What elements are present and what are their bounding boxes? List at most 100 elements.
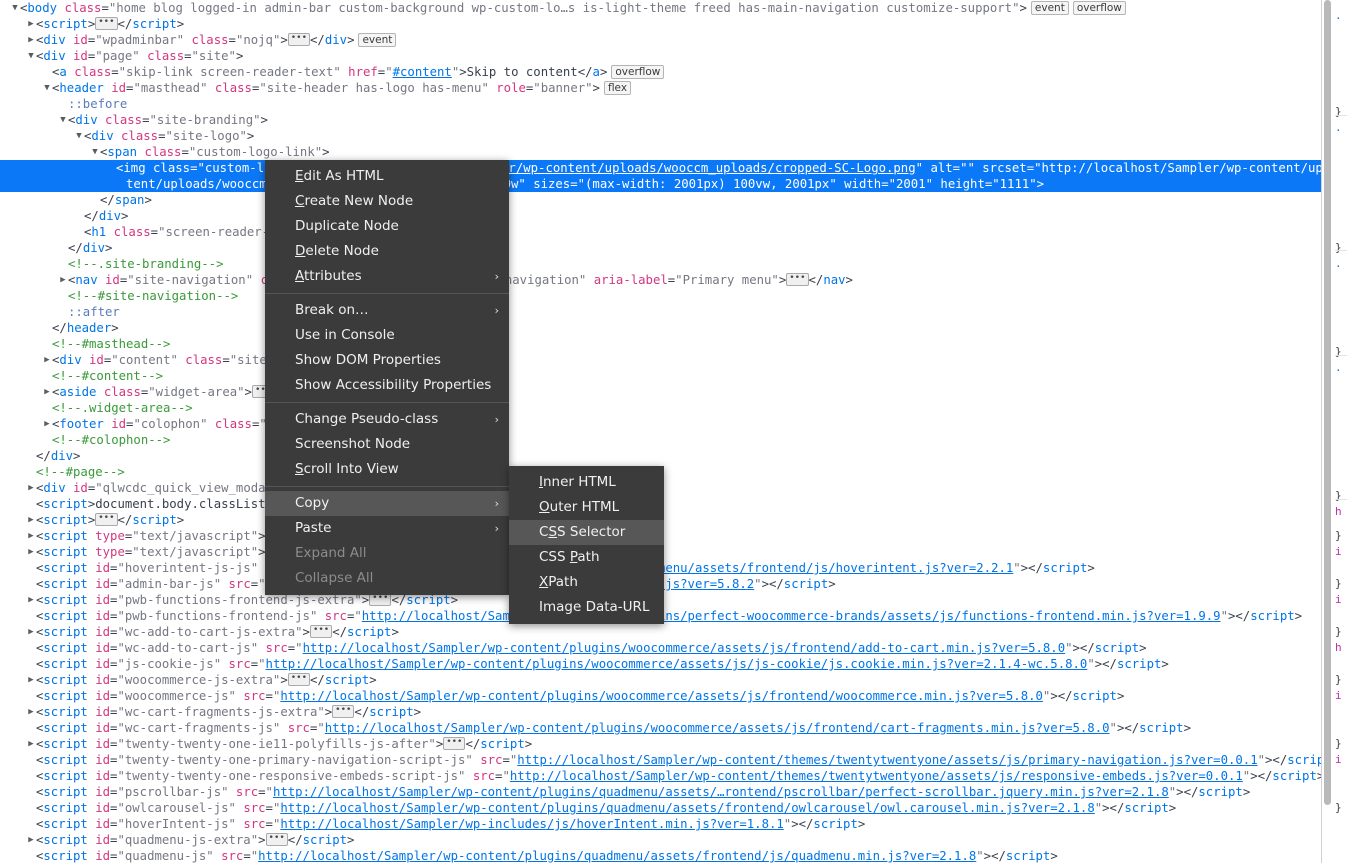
markup-node-row[interactable]: <div id="wpadminbar" class="nojq">•••</d… bbox=[0, 32, 1322, 48]
copy-submenu[interactable]: Inner HTMLOuter HTMLCSS Selector CSS Path… bbox=[509, 466, 664, 624]
expand-triangle-right-icon[interactable] bbox=[42, 352, 52, 368]
markup-node-row[interactable]: <script id="owlcarousel-js" src="http://… bbox=[0, 800, 1322, 816]
markup-node-row[interactable]: <script id="wc-cart-fragments-js" src="h… bbox=[0, 720, 1322, 736]
css-rule-divider bbox=[1335, 355, 1347, 356]
markup-node-row[interactable]: <script id="pscrollbar-js" src="http://l… bbox=[0, 784, 1322, 800]
expand-triangle-right-icon[interactable] bbox=[42, 384, 52, 400]
markup-node-row[interactable]: </span> bbox=[0, 192, 1322, 208]
menu-item-label: Edit As HTML bbox=[295, 168, 384, 184]
expand-triangle-right-icon[interactable] bbox=[26, 16, 36, 32]
markup-node-row[interactable]: <script id="twenty-twenty-one-primary-na… bbox=[0, 752, 1322, 768]
menu-item-duplicate-node[interactable]: Duplicate Node bbox=[265, 214, 509, 239]
menu-item-edit-as-html[interactable]: Edit As HTML bbox=[265, 164, 509, 189]
markup-node-content: <header id="masthead" class="site-header… bbox=[52, 81, 631, 95]
css-rule-fragment: } bbox=[1335, 240, 1342, 256]
markup-node-row[interactable]: </div> bbox=[0, 240, 1322, 256]
menu-item-scroll-into-view[interactable]: Scroll Into View bbox=[265, 457, 509, 482]
markup-tree-view[interactable]: <body class="home blog logged-in admin-b… bbox=[0, 0, 1322, 863]
markup-node-row[interactable]: <!--#site-navigation--> bbox=[0, 288, 1322, 304]
markup-node-row[interactable]: <script id="twenty-twenty-one-responsive… bbox=[0, 768, 1322, 784]
markup-node-row[interactable]: <footer id="colophon" class="site-footer… bbox=[0, 416, 1322, 432]
markup-node-row[interactable]: </div> bbox=[0, 208, 1322, 224]
expand-triangle-right-icon[interactable] bbox=[26, 32, 36, 48]
markup-node-row[interactable]: tent/uploads/wooccm_uploads/cropped-SC-L… bbox=[0, 176, 1322, 192]
expand-triangle-down-icon[interactable] bbox=[26, 48, 36, 64]
menu-item-show-accessibility-properties[interactable]: Show Accessibility Properties bbox=[265, 373, 509, 398]
markup-node-row[interactable]: <span class="custom-logo-link"> bbox=[0, 144, 1322, 160]
markup-node-row[interactable]: <script id="wc-add-to-cart-js-extra">•••… bbox=[0, 624, 1322, 640]
markup-node-row[interactable]: <nav id="site-navigation" class="primary… bbox=[0, 272, 1322, 288]
expand-triangle-right-icon[interactable] bbox=[26, 512, 36, 528]
markup-node-row[interactable]: <body class="home blog logged-in admin-b… bbox=[0, 0, 1322, 16]
markup-node-row[interactable]: <script id="quadmenu-js" src="http://loc… bbox=[0, 848, 1322, 863]
rules-pane-scrollbar[interactable] bbox=[1324, 0, 1331, 805]
markup-node-row[interactable]: <aside class="widget-area">•••</aside> bbox=[0, 384, 1322, 400]
expand-triangle-down-icon[interactable] bbox=[90, 144, 100, 160]
menu-item-use-in-console[interactable]: Use in Console bbox=[265, 323, 509, 348]
expand-triangle-right-icon[interactable] bbox=[26, 528, 36, 544]
expand-triangle-right-icon[interactable] bbox=[42, 416, 52, 432]
menu-item-copy[interactable]: Copy› bbox=[265, 491, 509, 516]
copy-menu-item-outer-html[interactable]: Outer HTML bbox=[509, 495, 664, 520]
menu-item-break-on[interactable]: Break on…› bbox=[265, 298, 509, 323]
copy-menu-item-inner-html[interactable]: Inner HTML bbox=[509, 470, 664, 495]
markup-node-row[interactable]: <!--#content--> bbox=[0, 368, 1322, 384]
menu-item-label: CSS Path bbox=[539, 549, 600, 565]
menu-item-attributes[interactable]: Attributes› bbox=[265, 264, 509, 289]
node-context-menu[interactable]: Edit As HTML Create New NodeDuplicate Nod… bbox=[265, 160, 509, 595]
copy-menu-item-xpath[interactable]: XPath bbox=[509, 570, 664, 595]
menu-item-change-pseudo-class[interactable]: Change Pseudo-class› bbox=[265, 407, 509, 432]
markup-node-row[interactable]: <script id="woocommerce-js" src="http://… bbox=[0, 688, 1322, 704]
menu-item-delete-node[interactable]: Delete Node bbox=[265, 239, 509, 264]
markup-node-row[interactable]: ::after bbox=[0, 304, 1322, 320]
copy-menu-item-css-selector[interactable]: CSS Selector bbox=[509, 520, 664, 545]
markup-node-row[interactable]: </header> bbox=[0, 320, 1322, 336]
markup-node-row[interactable]: <div id="content" class="site-content"> bbox=[0, 352, 1322, 368]
expand-triangle-down-icon[interactable] bbox=[58, 112, 68, 128]
expand-triangle-right-icon[interactable] bbox=[26, 592, 36, 608]
expand-triangle-right-icon[interactable] bbox=[26, 480, 36, 496]
markup-node-row[interactable]: <header id="masthead" class="site-header… bbox=[0, 80, 1322, 96]
markup-node-row[interactable]: <div class="site-logo"> bbox=[0, 128, 1322, 144]
markup-node-row[interactable]: <!--#masthead--> bbox=[0, 336, 1322, 352]
expand-triangle-right-icon[interactable] bbox=[58, 272, 68, 288]
expand-triangle-right-icon[interactable] bbox=[26, 672, 36, 688]
markup-node-row[interactable]: <img class="custom-logo" src="http://loc… bbox=[0, 160, 1322, 176]
menu-item-label: Image Data-URL bbox=[539, 599, 649, 615]
menu-item-show-dom-properties[interactable]: Show DOM Properties bbox=[265, 348, 509, 373]
css-rules-pane[interactable]: .}.}.}.}h}i}i}h}i}i} bbox=[1321, 0, 1347, 863]
menu-item-screenshot-node[interactable]: Screenshot Node bbox=[265, 432, 509, 457]
expand-triangle-right-icon[interactable] bbox=[26, 624, 36, 640]
markup-node-row[interactable]: <script id="woocommerce-js-extra">•••</s… bbox=[0, 672, 1322, 688]
markup-node-row[interactable]: <h1 class="screen-reader-text"> bbox=[0, 224, 1322, 240]
markup-node-content: <script id="twenty-twenty-one-primary-na… bbox=[36, 753, 1322, 767]
markup-node-row[interactable]: <!--#colophon--> bbox=[0, 432, 1322, 448]
menu-item-paste[interactable]: Paste› bbox=[265, 516, 509, 541]
markup-node-row[interactable]: <a class="skip-link screen-reader-text" … bbox=[0, 64, 1322, 80]
markup-node-row[interactable]: <script id="wc-cart-fragments-js-extra">… bbox=[0, 704, 1322, 720]
markup-node-row[interactable]: <div id="page" class="site"> bbox=[0, 48, 1322, 64]
expand-triangle-down-icon[interactable] bbox=[74, 128, 84, 144]
copy-menu-item-css-path[interactable]: CSS Path bbox=[509, 545, 664, 570]
menu-item-label: Show DOM Properties bbox=[295, 352, 441, 368]
expand-triangle-down-icon[interactable] bbox=[42, 80, 52, 96]
markup-node-row[interactable]: <script id="hoverIntent-js" src="http://… bbox=[0, 816, 1322, 832]
copy-menu-item-image-data-url[interactable]: Image Data-URL bbox=[509, 595, 664, 620]
expand-triangle-right-icon[interactable] bbox=[26, 832, 36, 848]
markup-node-row[interactable]: <script id="js-cookie-js" src="http://lo… bbox=[0, 656, 1322, 672]
expand-triangle-right-icon[interactable] bbox=[26, 704, 36, 720]
menu-item-create-new-node[interactable]: Create New Node bbox=[265, 189, 509, 214]
expand-triangle-down-icon[interactable] bbox=[10, 0, 20, 16]
markup-node-row[interactable]: <!--.widget-area--> bbox=[0, 400, 1322, 416]
markup-node-row[interactable]: <script id="wc-add-to-cart-js" src="http… bbox=[0, 640, 1322, 656]
markup-node-row[interactable]: <script id="twenty-twenty-one-ie11-polyf… bbox=[0, 736, 1322, 752]
markup-node-content: <script id="woocommerce-js-extra">•••</s… bbox=[36, 673, 377, 687]
expand-triangle-right-icon[interactable] bbox=[26, 736, 36, 752]
markup-node-row[interactable]: ::before bbox=[0, 96, 1322, 112]
markup-node-row[interactable]: <script>•••</script> bbox=[0, 16, 1322, 32]
markup-node-row[interactable]: <script id="quadmenu-js-extra">•••</scri… bbox=[0, 832, 1322, 848]
markup-node-row[interactable]: <!--.site-branding--> bbox=[0, 256, 1322, 272]
markup-node-row[interactable]: </div> bbox=[0, 448, 1322, 464]
markup-node-row[interactable]: <div class="site-branding"> bbox=[0, 112, 1322, 128]
expand-triangle-right-icon[interactable] bbox=[26, 544, 36, 560]
